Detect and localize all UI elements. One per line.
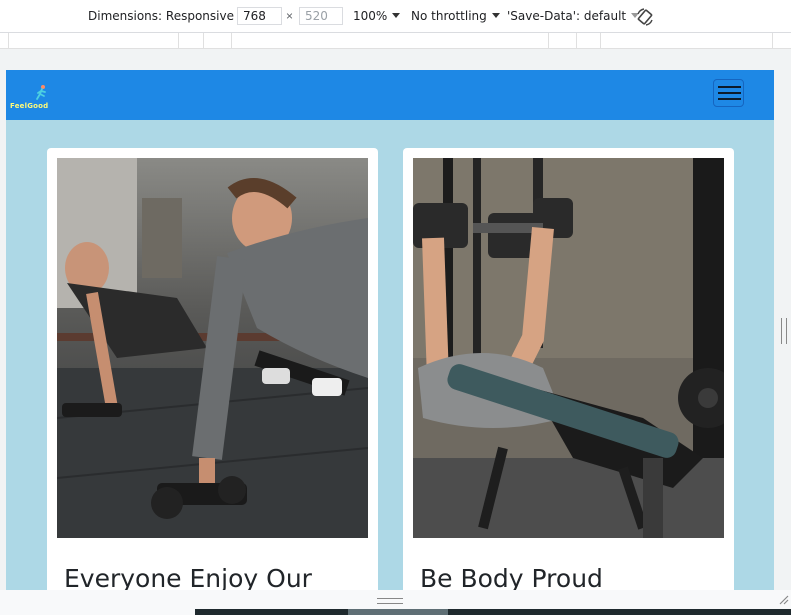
zoom-dropdown[interactable]: 100%: [353, 9, 401, 23]
hamburger-menu-icon: [718, 86, 741, 88]
card: Everyone Enjoy Our: [47, 148, 378, 590]
bottom-resize-area: [0, 590, 791, 615]
brand-name: FeelGood: [10, 102, 49, 110]
throttling-dropdown[interactable]: No throttling: [411, 9, 500, 23]
ruler-tick: [600, 33, 601, 49]
ruler-tick: [178, 33, 179, 49]
card-title: Be Body Proud: [420, 564, 603, 590]
ruler-tick: [8, 33, 9, 49]
hamburger-menu-icon: [718, 98, 741, 100]
navbar: FeelGood: [6, 70, 774, 120]
rotate-icon[interactable]: [636, 8, 654, 26]
dimensions-label: Dimensions: Responsive: [88, 9, 234, 23]
card-title: Everyone Enjoy Our: [64, 564, 312, 590]
dimensions-dropdown[interactable]: Dimensions: Responsive: [88, 9, 247, 23]
brand-logo[interactable]: FeelGood: [10, 84, 64, 112]
resize-handle-right[interactable]: [781, 318, 787, 344]
height-input[interactable]: 520: [299, 7, 343, 25]
bench-press-photo: [413, 158, 724, 538]
runner-icon: [36, 85, 46, 100]
device-viewport: FeelGood Everyone Enjoy Our Be Body Prou…: [6, 70, 774, 590]
device-toolbar: Dimensions: Responsive 768 × 520 100% No…: [0, 0, 791, 33]
chevron-down-icon: [491, 13, 500, 18]
throttling-label: No throttling: [411, 9, 487, 23]
save-data-label: 'Save-Data': default: [507, 9, 627, 23]
width-input[interactable]: 768: [237, 7, 282, 25]
chevron-down-icon: [392, 13, 401, 18]
resize-handle-bottom[interactable]: [377, 598, 403, 604]
push-up-row-photo: [57, 158, 368, 538]
resize-corner-icon[interactable]: [777, 593, 789, 605]
navbar-toggler-button[interactable]: [713, 79, 744, 107]
ruler-tick: [548, 33, 549, 49]
ruler-tick: [576, 33, 577, 49]
divider: [348, 609, 448, 615]
divider: [195, 609, 791, 615]
save-data-dropdown[interactable]: 'Save-Data': default: [507, 9, 640, 23]
dimension-separator: ×: [286, 9, 294, 23]
media-query-ruler[interactable]: [0, 33, 791, 49]
card: Be Body Proud: [403, 148, 734, 590]
hamburger-menu-icon: [718, 92, 741, 94]
zoom-label: 100%: [353, 9, 388, 23]
ruler-tick: [772, 33, 773, 49]
ruler-tick: [231, 33, 232, 49]
ruler-tick: [203, 33, 204, 49]
